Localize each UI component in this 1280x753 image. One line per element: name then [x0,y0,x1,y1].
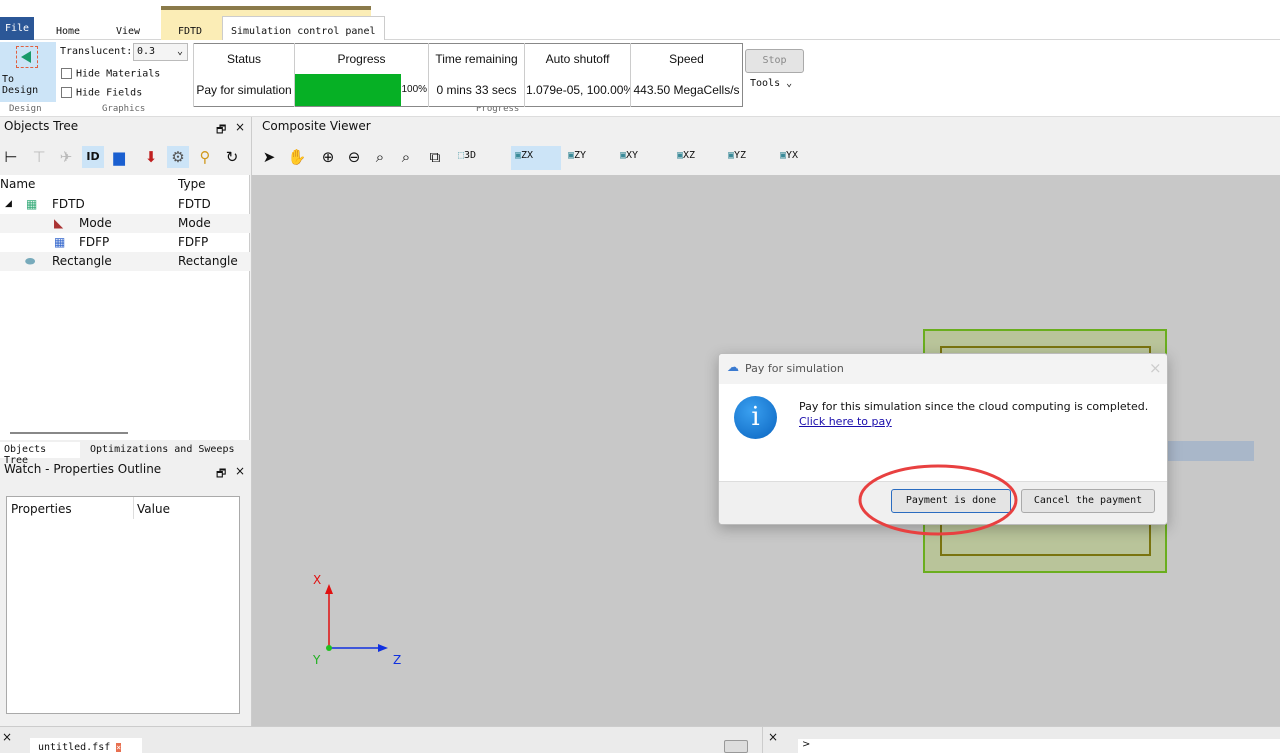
tree-item-fdfp[interactable]: ▦ FDFP FDFP [0,233,250,252]
tree-icon[interactable]: ⊢ [0,146,22,168]
select-icon[interactable]: ➤ [258,146,280,168]
move-icon[interactable]: ▆ [108,146,130,168]
close-icon[interactable]: × [2,730,12,744]
translucent-select[interactable]: 0.3 ⌄ [133,43,188,61]
axis-x-label: X [313,573,322,587]
stop-button[interactable]: Stop [745,49,804,73]
status-header: Status [193,43,295,74]
tab-objects-tree[interactable]: Objects Tree [0,442,80,466]
rectangle-icon: ⬬ [25,254,36,268]
id-icon[interactable]: ID [82,146,104,168]
zoom-icon[interactable]: ⌕ [369,146,391,168]
graphics-group-label: Graphics [102,104,146,114]
close-icon[interactable]: × [768,730,778,744]
cloud-icon: ☁ [727,360,739,374]
progress-bar [295,73,401,106]
close-icon[interactable]: × [235,120,245,134]
info-icon: i [734,396,777,439]
pin-icon[interactable]: ✈ [55,146,77,168]
pan-icon[interactable]: ✋ [286,146,308,168]
objects-tree-title: Objects Tree [4,119,79,133]
view-xz-button[interactable]: ▣XZ [677,150,695,161]
fdfp-icon: ▦ [54,235,66,249]
watch-table: Properties Value [6,496,240,714]
script-prompt-input[interactable]: > [798,739,1280,753]
rectangle-object[interactable] [1167,441,1254,461]
float-icon[interactable]: 🗗 [216,121,226,140]
col-value: Value [137,502,170,516]
zoom-in-icon[interactable]: ⊕ [317,146,339,168]
document-icon[interactable] [724,740,748,753]
close-icon[interactable]: × [235,464,245,478]
tree-item-rectangle[interactable]: ⬬ Rectangle Rectangle [0,252,250,271]
pay-link[interactable]: Click here to pay [799,415,892,428]
dialog-titlebar: ☁ Pay for simulation × [719,354,1167,384]
zoom-out-icon[interactable]: ⊖ [343,146,365,168]
close-icon[interactable]: × [1149,359,1162,377]
translucent-label: Translucent: [60,46,133,57]
mode-icon: ◣ [54,216,64,230]
watch-title: Watch - Properties Outline [4,462,162,476]
auto-shutoff: 1.079e-05, 100.00% [524,73,631,106]
progress-header: Progress [294,43,429,74]
to-design-icon [16,46,38,68]
horizontal-scrollbar[interactable] [10,432,128,434]
view-yz-button[interactable]: ▣YZ [728,150,746,161]
autoshutoff-header: Auto shutoff [524,43,631,74]
time-remaining: 0 mins 33 secs [428,73,525,106]
hide-fields-checkbox[interactable]: Hide Fields [61,87,142,99]
objects-tree: Name Type ◢ ▦ FDTD FDTD ◣ Mode Mode ▦ FDFP FDFP … [0,175,250,440]
composite-viewer-title: Composite Viewer [262,119,371,133]
file-tab[interactable]: untitled.fsf × [30,738,142,753]
tab-optimizations[interactable]: Optimizations and Sweeps [90,444,235,455]
view-zx-button[interactable]: ▣ZX [511,146,561,170]
perspective-icon[interactable]: ⧉ [424,146,446,168]
highlight-circle [858,464,1018,536]
view-xy-button[interactable]: ▣XY [620,150,638,161]
refresh-icon[interactable]: ↻ [221,146,243,168]
dialog-title: Pay for simulation [745,362,844,375]
view-yx-button[interactable]: ▣YX [780,150,798,161]
view-zy-button[interactable]: ▣ZY [568,150,586,161]
speed: 443.50 MegaCells/s [630,73,743,106]
view-3d-button[interactable]: ⬚3D [458,150,476,161]
col-properties: Properties [11,502,72,516]
fdtd-icon: ▦ [26,197,38,211]
speed-header: Speed [630,43,743,74]
cancel-payment-button[interactable]: Cancel the payment [1021,489,1155,513]
status-value: Pay for simulation [193,73,295,106]
progress-table: Status Progress Time remaining Auto shutoff… [193,43,743,107]
zoom-region-icon[interactable]: ⌕ [395,146,417,168]
to-design-label: To Design [2,74,39,96]
time-header: Time remaining [428,43,525,74]
chevron-down-icon: ⌄ [786,78,793,89]
chevron-down-icon: ⌄ [176,46,183,57]
script-icon[interactable]: ⚲ [194,146,216,168]
dialog-message: Pay for this simulation since the cloud … [799,400,1149,413]
progress-percent: 100% [401,84,428,95]
translucent-value: 0.3 [137,46,156,57]
tools-label: Tools [750,78,781,89]
gear-icon[interactable]: ⚙ [167,146,189,168]
axis-z-label: Z [393,653,402,667]
tools-menu[interactable]: Tools ⌄ [750,78,793,89]
ribbon-tabs: File Home View FDTD Simulation control p… [0,6,1280,46]
float-icon[interactable]: 🗗 [216,465,226,484]
insert-icon[interactable]: ⊤ [28,146,50,168]
to-design-button[interactable]: To Design [0,42,56,102]
arrow-down-icon[interactable]: ⬇ [140,146,162,168]
design-group-label: Design [9,104,42,114]
tree-item-mode[interactable]: ◣ Mode Mode [0,214,250,233]
tree-item-fdtd[interactable]: ◢ ▦ FDTD FDTD [0,195,250,214]
hide-materials-checkbox[interactable]: Hide Materials [61,68,160,80]
axis-y-label: Y [313,653,321,667]
col-type: Type [178,177,206,191]
col-name: Name [0,177,36,191]
